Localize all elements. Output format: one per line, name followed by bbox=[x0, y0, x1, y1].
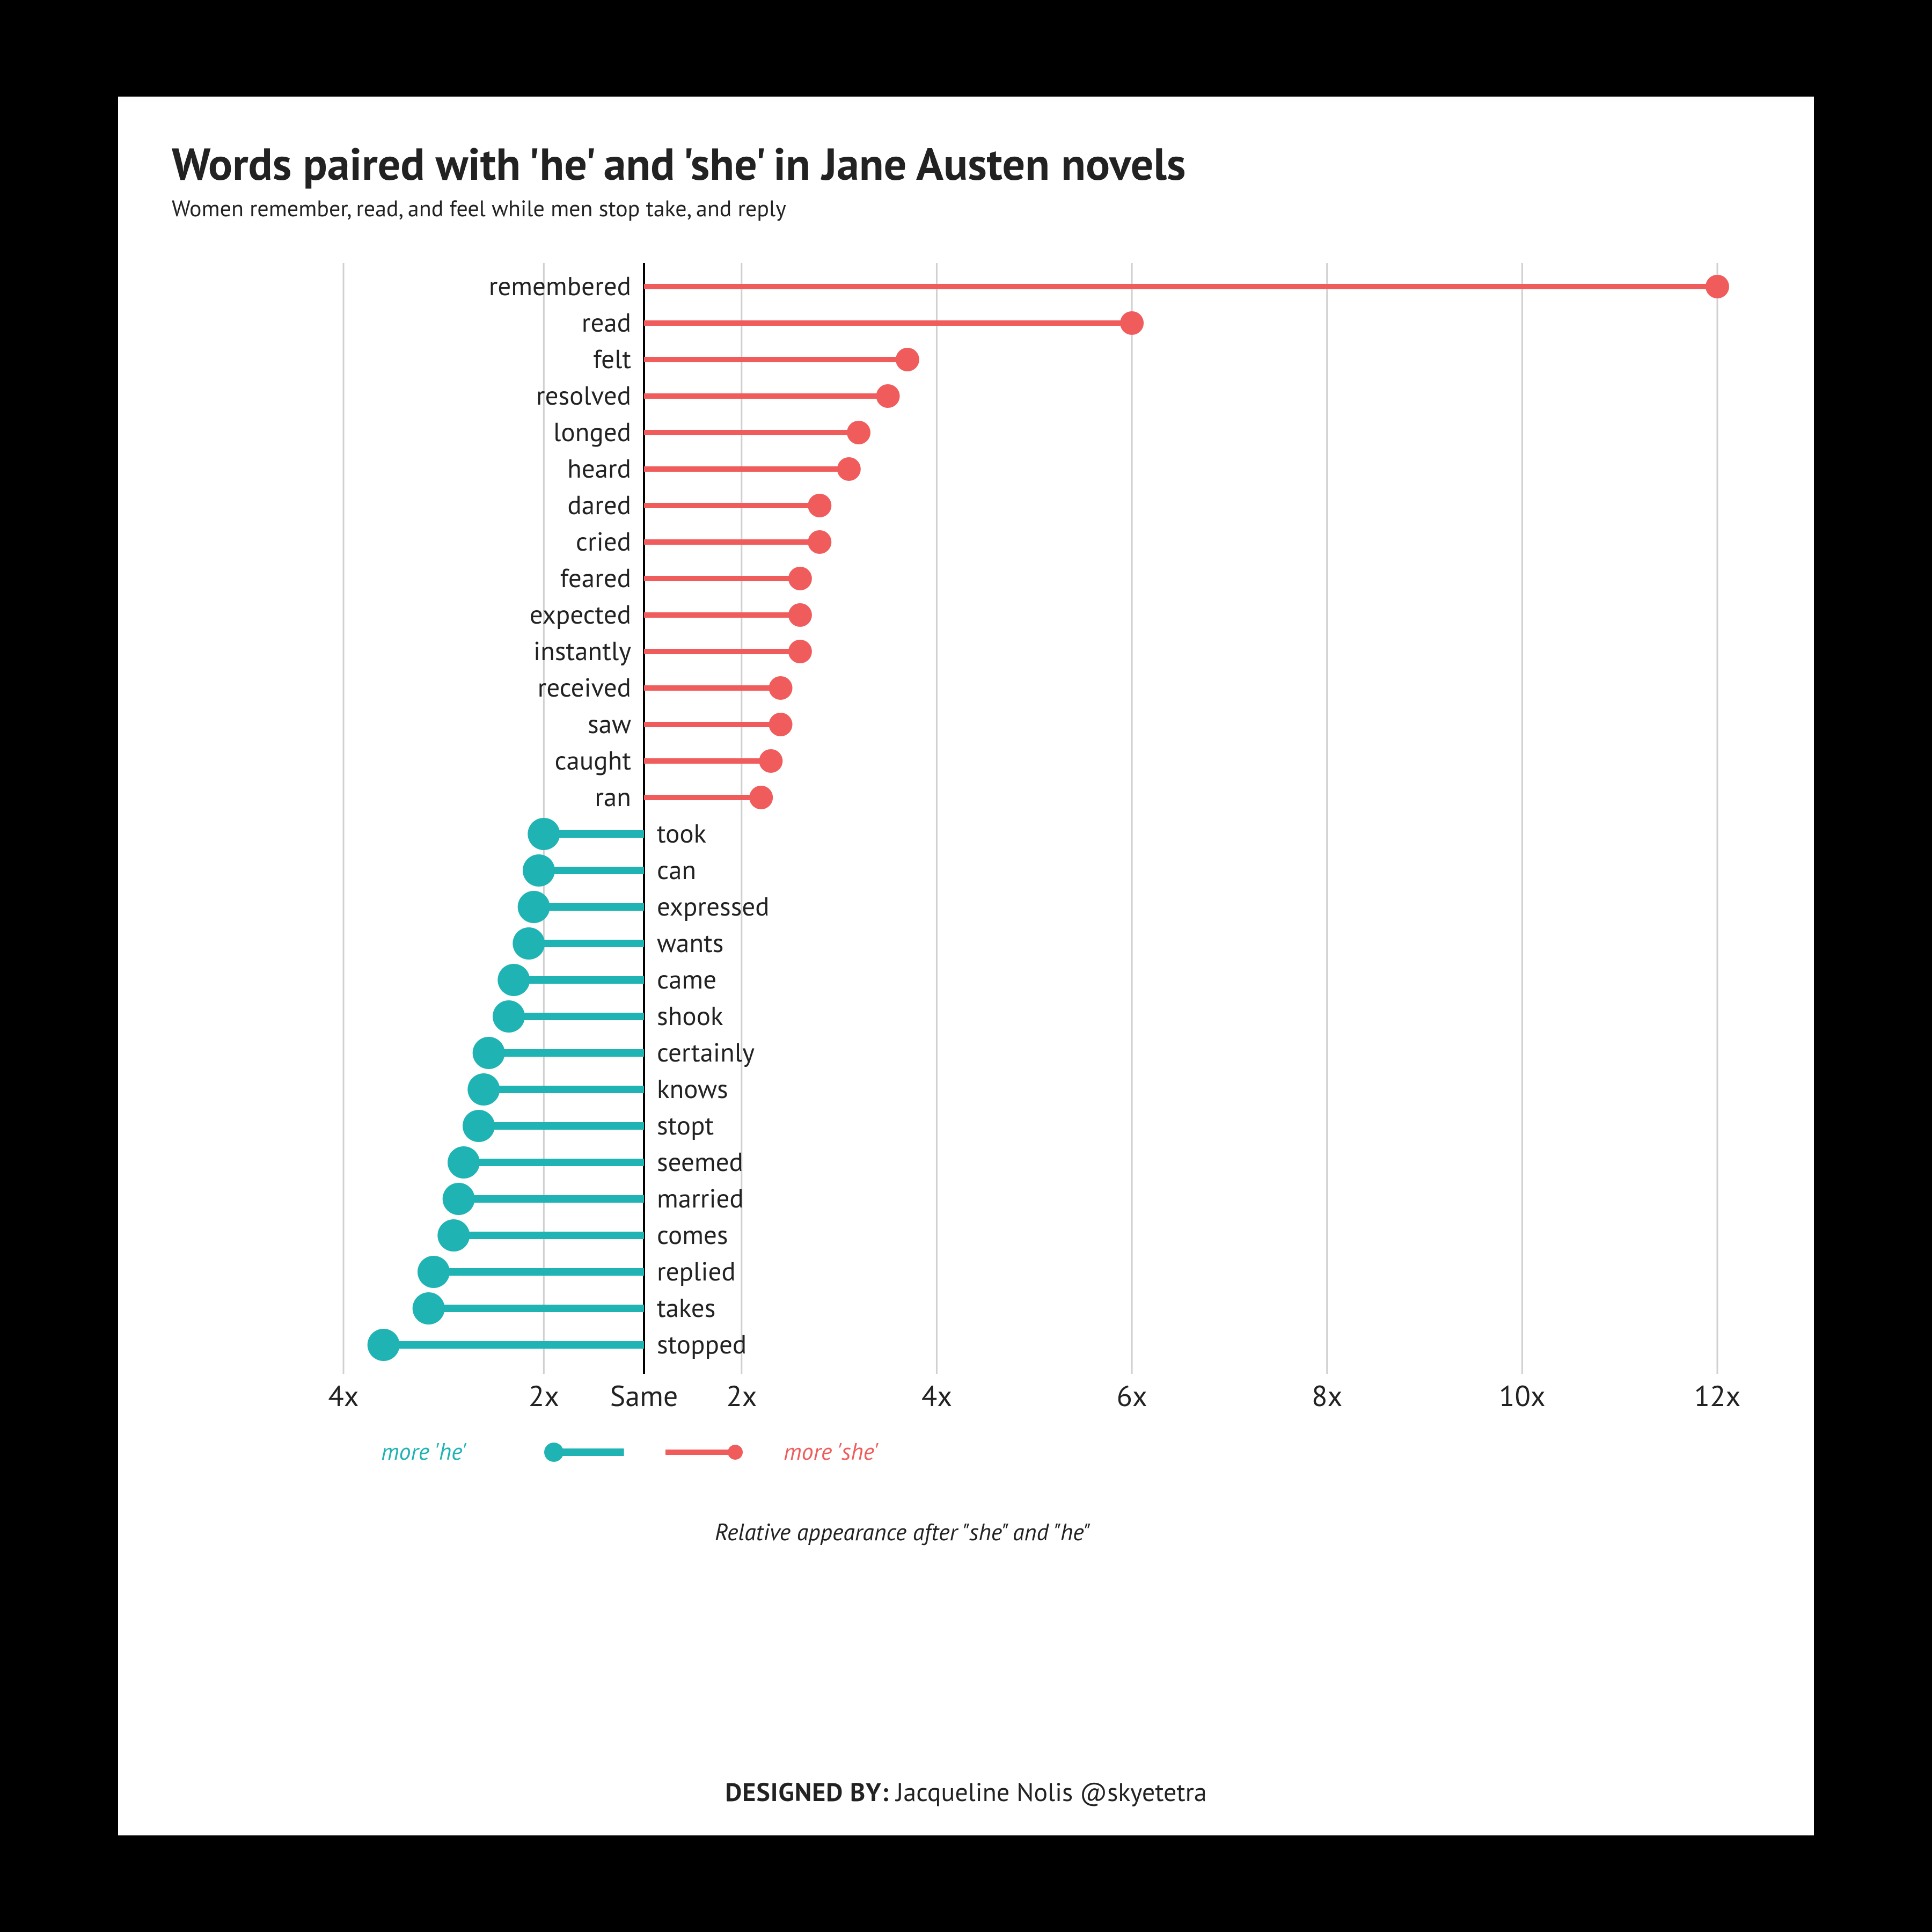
he-dot bbox=[437, 1219, 470, 1252]
she-dot bbox=[788, 640, 812, 663]
word-label: wants bbox=[657, 925, 723, 960]
he-dot bbox=[493, 1000, 525, 1033]
he-dot bbox=[513, 927, 545, 960]
legend-he-label: more 'he' bbox=[381, 1436, 467, 1467]
word-label: ran bbox=[595, 779, 631, 814]
he-dot bbox=[443, 1183, 475, 1215]
word-label: felt bbox=[593, 341, 631, 376]
he-dot bbox=[467, 1073, 500, 1106]
word-label: came bbox=[657, 962, 716, 996]
she-dot bbox=[876, 384, 900, 408]
he-dot bbox=[497, 964, 530, 996]
word-label: received bbox=[538, 670, 631, 704]
she-dot bbox=[769, 676, 793, 700]
word-label: read bbox=[582, 305, 631, 339]
credit-label: DESIGNED BY: bbox=[725, 1775, 889, 1809]
word-label: caught bbox=[554, 743, 631, 777]
he-dot bbox=[518, 891, 550, 923]
word-label: expressed bbox=[657, 889, 770, 923]
he-dot bbox=[368, 1329, 400, 1361]
he-dot bbox=[448, 1146, 480, 1179]
word-label: resolved bbox=[536, 378, 631, 412]
she-dot bbox=[808, 530, 831, 554]
she-dot bbox=[749, 786, 773, 809]
word-label: took bbox=[657, 816, 706, 850]
word-label: feared bbox=[560, 560, 631, 595]
he-dot bbox=[418, 1256, 450, 1288]
x-axis-caption: Relative appearance after "she" and "he" bbox=[715, 1517, 1091, 1547]
word-label: instantly bbox=[533, 633, 631, 668]
chart-title: Words paired with 'he' and 'she' in Jane… bbox=[172, 134, 1185, 193]
credit-value: Jacqueline Nolis @skyetetra bbox=[896, 1775, 1206, 1809]
she-dot bbox=[788, 567, 812, 590]
word-label: remembered bbox=[489, 268, 631, 303]
chart-subtitle: Women remember, read, and feel while men… bbox=[172, 193, 786, 223]
credit-line: DESIGNED BY: Jacqueline Nolis @skyetetra bbox=[118, 1775, 1814, 1809]
word-label: stopped bbox=[657, 1327, 747, 1361]
legend-she-label: more 'she' bbox=[784, 1436, 879, 1467]
word-label: stopt bbox=[657, 1108, 714, 1142]
x-tick: 6x bbox=[1116, 1377, 1147, 1414]
x-tick: 12x bbox=[1694, 1377, 1741, 1414]
she-dot bbox=[808, 494, 831, 517]
x-tick: 2x bbox=[529, 1377, 559, 1414]
he-dot bbox=[413, 1292, 445, 1324]
word-label: can bbox=[657, 852, 696, 887]
lollipop-chart: rememberedreadfeltresolvedlongedhearddar… bbox=[172, 247, 1760, 1589]
x-tick-same: Same bbox=[610, 1377, 678, 1414]
word-label: saw bbox=[588, 706, 631, 741]
word-label: seemed bbox=[657, 1144, 743, 1179]
she-dot bbox=[837, 457, 861, 481]
x-tick: 8x bbox=[1312, 1377, 1342, 1414]
she-dot bbox=[759, 749, 782, 773]
x-tick: 2x bbox=[726, 1377, 757, 1414]
word-label: expected bbox=[530, 597, 631, 631]
word-label: comes bbox=[657, 1217, 728, 1252]
she-dot bbox=[769, 713, 793, 736]
chart-panel: Words paired with 'he' and 'she' in Jane… bbox=[118, 97, 1814, 1835]
word-label: dared bbox=[567, 487, 631, 522]
word-label: longed bbox=[553, 414, 631, 449]
he-dot bbox=[463, 1110, 495, 1142]
legend-she-icon bbox=[728, 1445, 743, 1460]
she-dot bbox=[788, 603, 812, 627]
he-dot bbox=[528, 818, 560, 850]
word-label: shook bbox=[657, 998, 723, 1033]
word-label: replied bbox=[657, 1254, 736, 1288]
she-dot bbox=[896, 348, 919, 371]
x-tick: 4x bbox=[328, 1377, 358, 1414]
she-dot bbox=[847, 421, 870, 444]
x-tick: 4x bbox=[921, 1377, 952, 1414]
she-dot bbox=[1120, 311, 1144, 335]
he-dot bbox=[523, 854, 555, 887]
word-label: heard bbox=[567, 451, 631, 485]
she-dot bbox=[1706, 275, 1729, 298]
page: Words paired with 'he' and 'she' in Jane… bbox=[0, 0, 1932, 1932]
he-dot bbox=[473, 1037, 505, 1069]
word-label: certainly bbox=[657, 1035, 755, 1069]
word-label: cried bbox=[576, 524, 631, 558]
word-label: married bbox=[657, 1181, 744, 1215]
word-label: takes bbox=[657, 1290, 715, 1324]
x-tick: 10x bbox=[1499, 1377, 1546, 1414]
word-label: knows bbox=[657, 1071, 728, 1106]
